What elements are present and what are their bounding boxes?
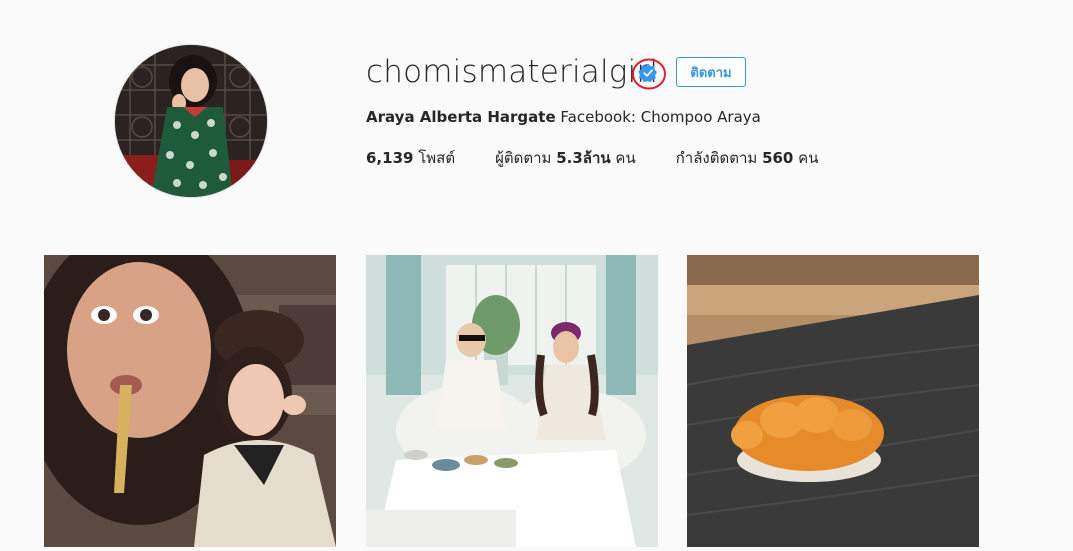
posts-label: โพสต์ [418, 149, 456, 167]
post-thumbnail-selfie[interactable] [44, 255, 336, 547]
profile-bio: Araya Alberta Hargate Facebook: Chompoo … [366, 108, 761, 126]
stat-following[interactable]: กำลังติดตาม 560 คน [676, 146, 819, 170]
profile-avatar[interactable] [115, 45, 267, 197]
stat-followers[interactable]: ผู้ติดตาม 5.3ล้าน คน [495, 146, 636, 170]
profile-username: chomismaterialgirl [366, 54, 659, 90]
posts-count: 6,139 [366, 149, 414, 167]
following-label: กำลังติดตาม [675, 149, 758, 167]
post-thumbnail-tea-party[interactable] [366, 255, 658, 547]
following-count: 560 [762, 149, 794, 167]
following-unit: คน [798, 149, 819, 167]
followers-count: 5.3ล้าน [556, 149, 611, 167]
profile-full-name: Araya Alberta Hargate [366, 108, 556, 126]
post-thumbnail-sushi[interactable] [687, 255, 979, 547]
followers-label: ผู้ติดตาม [495, 149, 552, 167]
follow-button[interactable]: ติดตาม [676, 57, 746, 87]
followers-unit: คน [615, 149, 636, 167]
stat-posts: 6,139 โพสต์ [366, 146, 455, 170]
profile-stats: 6,139 โพสต์ ผู้ติดตาม 5.3ล้าน คน กำลังติ… [366, 146, 858, 170]
verified-badge-icon [631, 57, 667, 90]
profile-bio-text: Facebook: Chompoo Araya [560, 108, 761, 126]
